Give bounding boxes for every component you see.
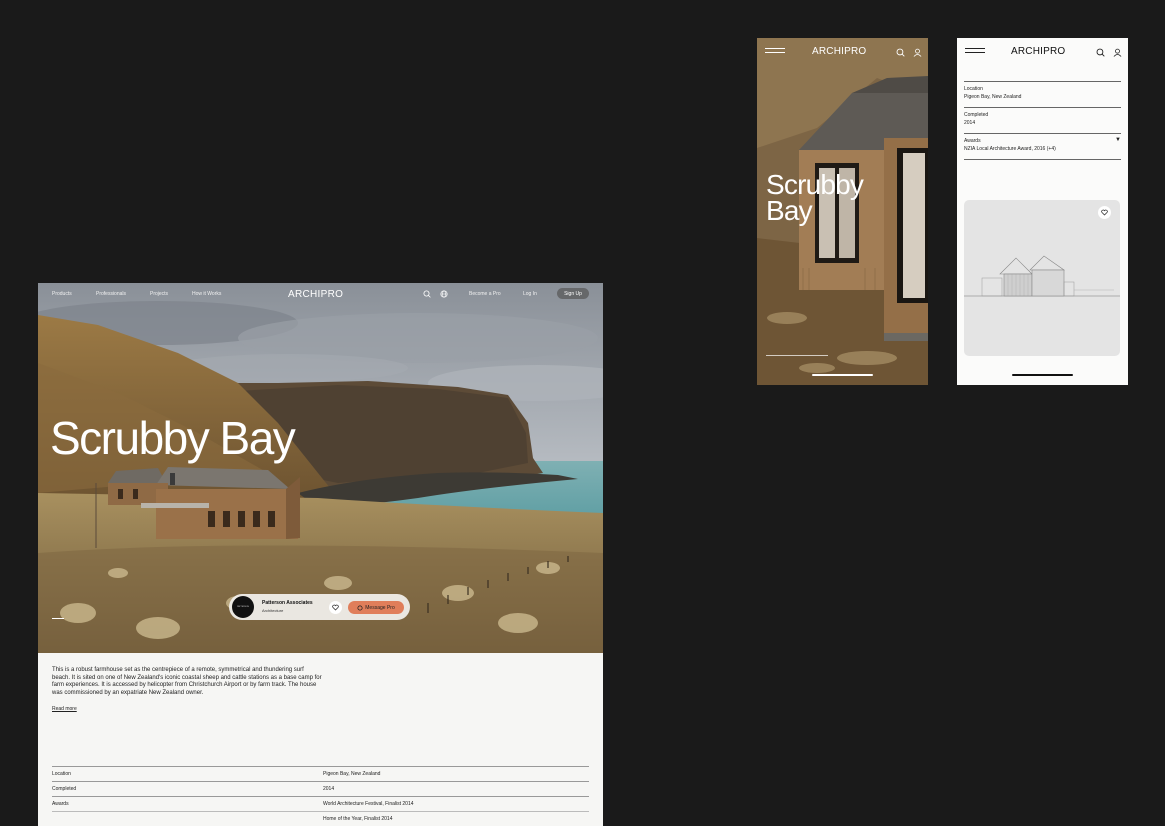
spec-row: Location Pigeon Bay, New Zealand — [52, 766, 589, 781]
professional-avatar[interactable]: PATTERSON — [232, 596, 254, 618]
brand-logo[interactable]: ARCHIPRO — [1011, 46, 1065, 57]
desktop-nav: Products Professionals Projects How it W… — [38, 283, 603, 305]
spec-row: Awards World Architecture Festival, Fina… — [52, 796, 589, 811]
save-heart-button[interactable] — [329, 601, 342, 614]
spec-value: 2014 — [323, 786, 335, 792]
nav-projects[interactable]: Projects — [150, 291, 168, 297]
detail-value: NZIA Local Architecture Award, 2016 (+4) — [964, 146, 1056, 152]
project-title: Scrubby Bay — [766, 169, 864, 226]
hero-image: Products Professionals Projects How it W… — [38, 283, 603, 653]
nav-professionals[interactable]: Professionals — [96, 291, 126, 297]
nav-login[interactable]: Log In — [523, 291, 537, 297]
divider — [964, 159, 1121, 160]
search-icon[interactable] — [896, 48, 905, 57]
carousel-progress — [52, 618, 64, 619]
heart-icon — [1101, 209, 1108, 216]
home-indicator — [812, 374, 873, 376]
detail-completed: Completed 2014 — [964, 107, 1121, 133]
spec-label: Location — [52, 771, 71, 777]
elevation-drawing[interactable] — [964, 200, 1120, 356]
project-description: This is a robust farmhouse set as the ce… — [52, 667, 322, 696]
message-pro-button[interactable]: Message Pro — [348, 601, 404, 614]
chevron-down-icon[interactable]: ▼ — [1115, 137, 1121, 143]
nav-become-pro[interactable]: Become a Pro — [469, 291, 501, 297]
spec-label: Completed — [52, 786, 77, 792]
search-icon[interactable] — [1096, 48, 1105, 57]
heart-icon — [332, 604, 339, 611]
nav-products[interactable]: Products — [52, 291, 72, 297]
house-elevation-image — [964, 255, 1120, 297]
menu-icon — [765, 48, 785, 49]
globe-icon[interactable] — [440, 290, 448, 298]
spec-label: Awards — [52, 801, 69, 807]
professional-type: Architecture — [262, 608, 284, 613]
menu-button[interactable] — [965, 48, 985, 54]
detail-location: Location Pigeon Bay, New Zealand — [964, 81, 1121, 107]
chat-icon — [357, 604, 363, 611]
detail-awards[interactable]: Awards NZIA Local Architecture Award, 20… — [964, 133, 1121, 159]
mobile-details-screen: ARCHIPRO Location Pigeon Bay, New Zealan… — [957, 38, 1128, 385]
mobile-hero-screen: ARCHIPRO Scrubby Bay — [757, 38, 928, 385]
brand-logo[interactable]: ARCHIPRO — [812, 46, 866, 57]
spec-value: Pigeon Bay, New Zealand — [323, 771, 381, 777]
project-title: Scrubby Bay — [50, 412, 296, 464]
professional-name[interactable]: Patterson Associates — [262, 600, 313, 606]
menu-button[interactable] — [765, 48, 785, 54]
save-heart-button[interactable] — [1098, 206, 1111, 219]
home-indicator — [1012, 374, 1073, 376]
user-icon[interactable] — [913, 48, 922, 57]
detail-value: Pigeon Bay, New Zealand — [964, 94, 1022, 100]
signup-button[interactable]: Sign Up — [557, 288, 589, 299]
detail-label: Location — [964, 86, 983, 92]
spec-value: Home of the Year, Finalist 2014 — [323, 816, 393, 822]
detail-value: 2014 — [964, 120, 976, 126]
user-icon[interactable] — [1113, 48, 1122, 57]
brand-logo[interactable]: ARCHIPRO — [288, 289, 343, 300]
detail-label: Completed — [964, 112, 989, 118]
spec-row: Completed 2014 — [52, 781, 589, 796]
professional-card[interactable]: PATTERSON Patterson Associates Architect… — [229, 594, 410, 620]
nav-how-it-works[interactable]: How it Works — [192, 291, 221, 297]
menu-icon — [965, 48, 985, 49]
message-pro-label: Message Pro — [365, 604, 395, 611]
project-specs: Location Pigeon Bay, New Zealand Complet… — [52, 766, 589, 826]
spec-row: Home of the Year, Finalist 2014 — [52, 811, 589, 826]
read-more-link[interactable]: Read more — [52, 706, 77, 712]
desktop-project-page: Products Professionals Projects How it W… — [38, 283, 603, 826]
spec-value: World Architecture Festival, Finalist 20… — [323, 801, 414, 807]
carousel-progress — [766, 355, 828, 356]
search-icon[interactable] — [423, 290, 431, 298]
detail-label: Awards — [964, 138, 981, 144]
